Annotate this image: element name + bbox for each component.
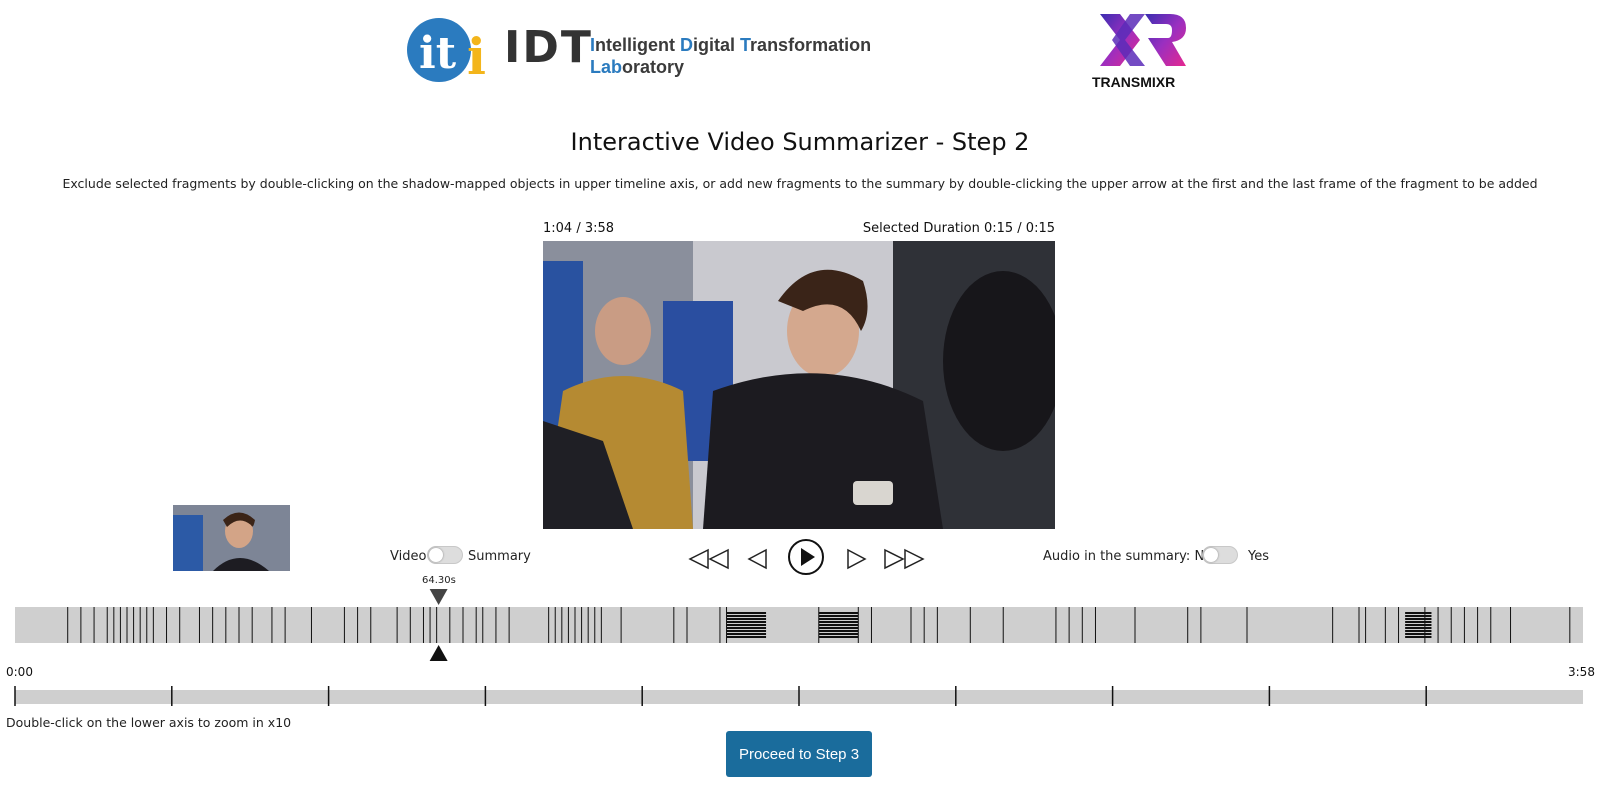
audio-yes-label: Yes	[1248, 549, 1269, 564]
transmixr-logo	[1100, 14, 1186, 66]
toggle-knob	[429, 548, 443, 562]
lower-arrow-marker[interactable]	[429, 645, 448, 661]
end-time-label: 3:58	[1568, 665, 1595, 679]
selected-fragment[interactable]	[726, 612, 767, 638]
idt-subtitle: Intelligent Digital Transformation Labor…	[590, 35, 872, 77]
thumbnail-preview	[173, 505, 290, 571]
upper-timeline[interactable]	[0, 585, 1600, 665]
proceed-step3-button[interactable]: Proceed to Step 3	[726, 731, 872, 777]
selected-fragment[interactable]	[818, 612, 859, 638]
svg-text:it: it	[419, 28, 457, 79]
transmixr-logo-text: TRANSMIXR	[1092, 74, 1176, 90]
summary-toggle-label: Summary	[468, 549, 531, 564]
lower-timeline[interactable]	[0, 682, 1600, 708]
toggle-knob	[1204, 548, 1218, 562]
selected-fragment[interactable]	[1405, 612, 1432, 638]
instructions-text: Exclude selected fragments by double-cli…	[62, 176, 1538, 191]
iti-logo: it i	[407, 18, 486, 84]
video-player[interactable]	[543, 241, 1055, 529]
video-toggle-label: Video	[390, 549, 427, 564]
svg-text:i: i	[467, 27, 486, 84]
play-button[interactable]	[786, 537, 826, 577]
idt-logo-text: IDT	[504, 22, 593, 73]
selected-duration: Selected Duration 0:15 / 0:15	[862, 221, 1055, 236]
video-frame-image	[543, 241, 1055, 529]
page-title: Interactive Video Summarizer - Step 2	[570, 128, 1030, 156]
fast-forward-icon[interactable]	[883, 548, 925, 570]
rewind-icon[interactable]	[688, 548, 730, 570]
zoom-hint-text: Double-click on the lower axis to zoom i…	[6, 715, 292, 730]
audio-summary-toggle[interactable]	[1202, 546, 1238, 564]
step-forward-icon[interactable]	[845, 548, 867, 570]
step-back-icon[interactable]	[747, 548, 769, 570]
thumbnail-image	[173, 505, 290, 571]
upper-arrow-marker[interactable]	[429, 589, 448, 605]
video-summary-toggle[interactable]	[427, 546, 463, 564]
start-time-label: 0:00	[6, 665, 33, 679]
playback-time: 1:04 / 3:58	[543, 221, 615, 236]
upper-axis-track[interactable]	[15, 607, 1583, 643]
audio-toggle-label: Audio in the summary: No	[1043, 549, 1213, 564]
